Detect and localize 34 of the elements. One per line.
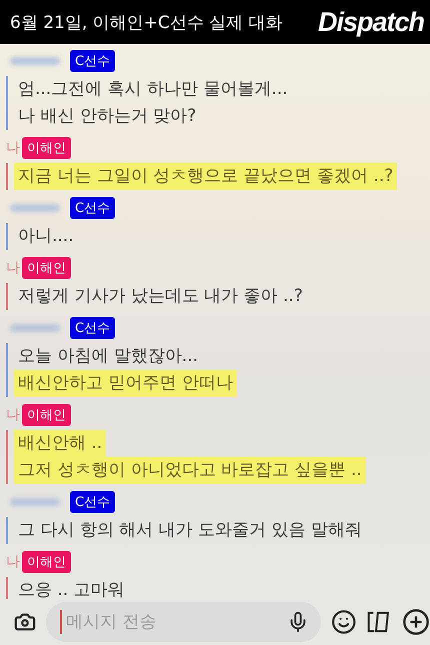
message-field[interactable]: 메시지 전송 <box>46 602 321 642</box>
redacted-name <box>10 324 60 332</box>
message-text: 아니.... <box>17 225 75 248</box>
message-text: 그 다시 항의 해서 내가 도와줄거 있음 말해줘 <box>17 519 363 542</box>
me-marker: 나 <box>6 406 20 424</box>
sender-tag: 이해인 <box>22 551 71 573</box>
sender-tag: 이해인 <box>22 404 71 426</box>
sender-tag: C선수 <box>70 491 116 513</box>
me-marker: 나 <box>6 139 20 157</box>
message-text: 오늘 아침에 말했잖아... <box>17 345 200 368</box>
redacted-name <box>10 57 60 65</box>
redacted-name <box>10 204 60 212</box>
sender-tag: 이해인 <box>22 137 71 159</box>
message-input[interactable]: 메시지 전송 <box>64 611 287 633</box>
cards-icon[interactable] <box>366 609 392 635</box>
message-text: 지금 너는 그일이 성ㅊ행으로 끝났으면 좋겠어 ..? <box>14 163 398 190</box>
message-text: 나 배신 안하는거 맞아? <box>17 105 198 128</box>
sender-tag: C선수 <box>70 317 116 339</box>
message-text: 으응 .. 고마워 <box>17 579 126 599</box>
sender-tag: 이해인 <box>22 257 71 279</box>
logo: Dispatch <box>318 6 424 38</box>
sender-tag: C선수 <box>70 197 116 219</box>
sender-tag: C선수 <box>70 50 116 72</box>
plus-icon[interactable] <box>402 608 430 636</box>
smiley-icon[interactable] <box>330 608 356 636</box>
me-marker: 나 <box>6 259 20 277</box>
redacted-name <box>10 498 60 506</box>
message-text: 배신안해 .. <box>14 430 106 457</box>
message-text: 저렇게 기사가 났는데도 내가 좋아 ..? <box>17 285 304 308</box>
me-marker: 나 <box>6 553 20 571</box>
header-title: 6월 21일, 이해인+C선수 실제 대화 <box>10 12 283 34</box>
message-text: 엄...그전에 혹시 하나만 물어볼게... <box>17 78 289 101</box>
message-text: 배신안하고 믿어주면 안떠나 <box>14 370 237 397</box>
message-text: 그저 성ㅊ행이 아니었다고 바로잡고 싶을뿐 .. <box>14 457 366 484</box>
